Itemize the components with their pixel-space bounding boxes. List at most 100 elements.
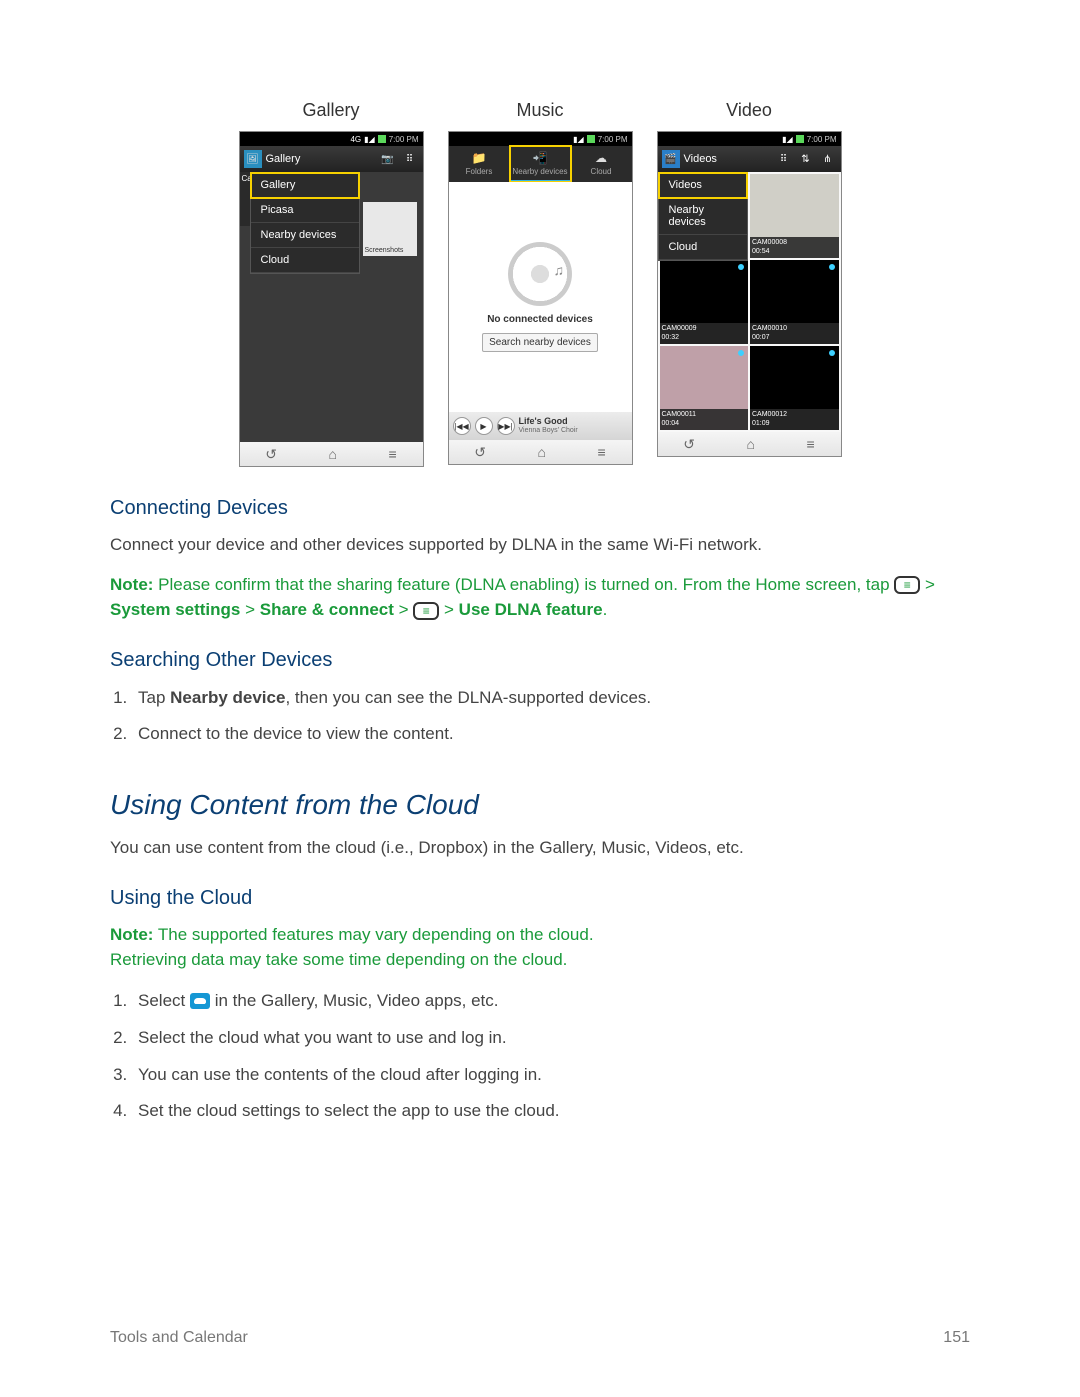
home-icon[interactable]: ⌂ [747, 436, 755, 452]
tab-folders[interactable]: 📁Folders [449, 146, 510, 182]
searching-steps: Tap Nearby device, then you can see the … [132, 684, 970, 750]
no-connected-text: No connected devices [487, 314, 593, 325]
cloud-icon [190, 993, 210, 1009]
note-cloud: Note: The supported features may vary de… [110, 922, 970, 973]
folder-icon: 📁 [449, 149, 510, 167]
menu-icon: ≡ [413, 602, 439, 620]
share-icon[interactable]: ⋔ [819, 150, 837, 168]
battery-icon [796, 135, 804, 143]
menu-nearby[interactable]: Nearby devices [251, 223, 359, 248]
gallery-column: Gallery 4G ▮◢ 7:00 PM 🖼 Gallery 📷 ⠿ Came… [239, 100, 424, 467]
using-the-cloud-heading: Using the Cloud [110, 887, 970, 910]
gallery-app-icon: 🖼 [244, 150, 262, 168]
menu-nearby[interactable]: Nearby devices [659, 198, 747, 235]
cloud-step-1: Select in the Gallery, Music, Video apps… [132, 987, 970, 1016]
step-1: Tap Nearby device, then you can see the … [132, 684, 970, 713]
sort-icon[interactable]: ⇅ [797, 150, 815, 168]
network-icon: 4G [350, 135, 361, 144]
gallery-body: Came Screenshots Gallery Picasa Nearby d… [240, 172, 423, 442]
back-icon[interactable]: ↺ [474, 444, 486, 461]
connecting-devices-heading: Connecting Devices [110, 497, 970, 520]
cd-icon [508, 242, 572, 306]
signal-icon: ▮◢ [782, 135, 793, 144]
cloud-icon: ☁ [571, 149, 632, 167]
cloud-step-4: Set the cloud settings to select the app… [132, 1097, 970, 1126]
system-settings-text: System settings [110, 600, 240, 619]
searching-devices-heading: Searching Other Devices [110, 649, 970, 672]
music-column: Music ▮◢ 7:00 PM 📁Folders 📲Nearby device… [448, 100, 633, 467]
video-cell[interactable]: CAM0000900:32 [660, 260, 749, 344]
play-button[interactable]: ▶ [475, 417, 493, 435]
status-bar: ▮◢ 7:00 PM [658, 132, 841, 146]
next-button[interactable]: ▶▶| [497, 417, 515, 435]
cloud-step-3: You can use the contents of the cloud af… [132, 1061, 970, 1090]
video-appbar: 🎬 Videos ⠿ ⇅ ⋔ [658, 146, 841, 172]
music-heading: Music [516, 100, 563, 121]
music-phone: ▮◢ 7:00 PM 📁Folders 📲Nearby devices ☁Clo… [448, 131, 633, 465]
video-column: Video ▮◢ 7:00 PM 🎬 Videos ⠿ ⇅ ⋔ Videos N… [657, 100, 842, 467]
back-icon[interactable]: ↺ [683, 436, 695, 453]
menu-videos[interactable]: Videos [659, 173, 747, 198]
player-bar: |◀◀ ▶ ▶▶| Life's Good Vienna Boys' Choir [449, 412, 632, 440]
video-title[interactable]: Videos [684, 153, 771, 165]
status-bar: 4G ▮◢ 7:00 PM [240, 132, 423, 146]
album-screenshots[interactable]: Screenshots [363, 202, 417, 256]
status-bar: ▮◢ 7:00 PM [449, 132, 632, 146]
gallery-heading: Gallery [302, 100, 359, 121]
grid-icon[interactable]: ⠿ [401, 150, 419, 168]
battery-icon [587, 135, 595, 143]
nearby-device-bold: Nearby device [170, 688, 285, 707]
connecting-devices-text: Connect your device and other devices su… [110, 532, 970, 558]
menu-cloud[interactable]: Cloud [659, 235, 747, 260]
signal-icon: ▮◢ [364, 135, 375, 144]
nav-bar: ↺ ⌂ ≡ [449, 440, 632, 464]
battery-icon [378, 135, 386, 143]
prev-button[interactable]: |◀◀ [453, 417, 471, 435]
menu-icon: ≡ [894, 576, 920, 594]
step-2: Connect to the device to view the conten… [132, 720, 970, 749]
note-label: Note: [110, 925, 153, 944]
recent-icon[interactable]: ≡ [389, 446, 397, 462]
cloud-steps: Select in the Gallery, Music, Video apps… [132, 987, 970, 1127]
recent-icon[interactable]: ≡ [807, 436, 815, 452]
search-nearby-button[interactable]: Search nearby devices [482, 333, 598, 352]
footer-section: Tools and Calendar [110, 1329, 248, 1347]
music-body: No connected devices Search nearby devic… [449, 182, 632, 412]
back-icon[interactable]: ↺ [265, 446, 277, 463]
gallery-dropdown: Gallery Picasa Nearby devices Cloud [250, 172, 360, 274]
gallery-appbar: 🖼 Gallery 📷 ⠿ [240, 146, 423, 172]
status-time: 7:00 PM [389, 135, 419, 144]
signal-icon: ▮◢ [573, 135, 584, 144]
camera-icon[interactable]: 📷 [379, 150, 397, 168]
note-dlna: Note: Please confirm that the sharing fe… [110, 572, 970, 623]
device-icon: 📲 [510, 149, 571, 167]
screenshots-row: Gallery 4G ▮◢ 7:00 PM 🖼 Gallery 📷 ⠿ Came… [110, 100, 970, 467]
footer-page: 151 [943, 1329, 970, 1347]
grid-icon[interactable]: ⠿ [775, 150, 793, 168]
song-artist: Vienna Boys' Choir [519, 427, 628, 435]
video-grid: Videos Nearby devices Cloud CAM00:57 CAM… [658, 172, 841, 432]
recent-icon[interactable]: ≡ [598, 444, 606, 460]
video-cell[interactable]: CAM0000800:54 [750, 174, 839, 258]
home-icon[interactable]: ⌂ [329, 446, 337, 462]
video-cell[interactable]: CAM0001100:04 [660, 346, 749, 430]
nav-bar: ↺ ⌂ ≡ [658, 432, 841, 456]
menu-gallery[interactable]: Gallery [251, 173, 359, 198]
menu-picasa[interactable]: Picasa [251, 198, 359, 223]
status-time: 7:00 PM [807, 135, 837, 144]
video-phone: ▮◢ 7:00 PM 🎬 Videos ⠿ ⇅ ⋔ Videos Nearby … [657, 131, 842, 457]
video-cell[interactable]: CAM0001000:07 [750, 260, 839, 344]
song-title: Life's Good [519, 417, 628, 427]
home-icon[interactable]: ⌂ [538, 444, 546, 460]
video-cell[interactable]: CAM0001201:09 [750, 346, 839, 430]
nav-bar: ↺ ⌂ ≡ [240, 442, 423, 466]
menu-cloud[interactable]: Cloud [251, 248, 359, 273]
tab-nearby[interactable]: 📲Nearby devices [510, 146, 571, 182]
music-tabs: 📁Folders 📲Nearby devices ☁Cloud [449, 146, 632, 182]
status-time: 7:00 PM [598, 135, 628, 144]
video-app-icon: 🎬 [662, 150, 680, 168]
tab-cloud[interactable]: ☁Cloud [571, 146, 632, 182]
cloud-step-2: Select the cloud what you want to use an… [132, 1024, 970, 1053]
gallery-phone: 4G ▮◢ 7:00 PM 🖼 Gallery 📷 ⠿ Came Screens… [239, 131, 424, 467]
gallery-title[interactable]: Gallery [266, 153, 375, 165]
